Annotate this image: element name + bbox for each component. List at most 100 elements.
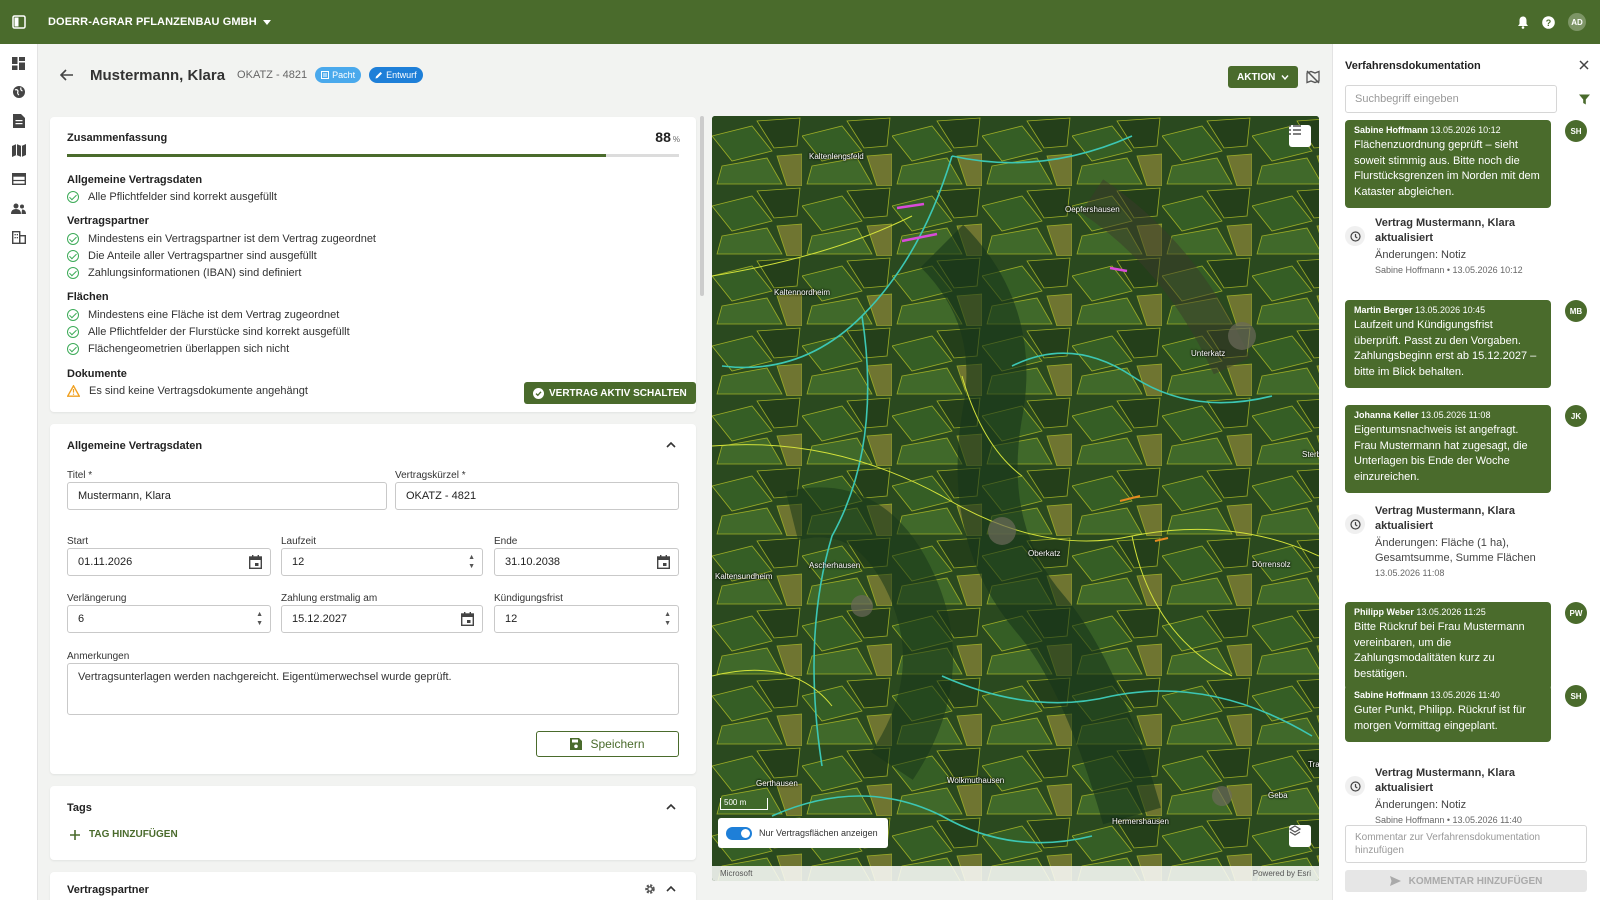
anmerkungen-textarea[interactable]: Vertragsunterlagen werden nachgereicht. …	[67, 663, 679, 715]
map-icon[interactable]	[10, 141, 28, 159]
activate-contract-button[interactable]: VERTRAG AKTIV SCHALTEN	[524, 382, 696, 404]
summary-section-title: Dokumente	[67, 368, 127, 380]
search-input[interactable]: Suchbegriff eingeben	[1345, 85, 1557, 113]
zahlung-date-input[interactable]: 15.12.2027	[281, 605, 483, 633]
calendar-icon[interactable]	[461, 612, 474, 626]
titel-input[interactable]: Mustermann, Klara	[67, 482, 387, 510]
start-value: 01.11.2026	[78, 556, 133, 568]
history-entry: Vertrag Mustermann, Klara aktualisiert Ä…	[1345, 504, 1555, 578]
save-label: Speichern	[590, 737, 645, 751]
activate-label: VERTRAG AKTIV SCHALTEN	[549, 387, 687, 399]
toggle-switch[interactable]	[726, 826, 752, 840]
contract-areas-toggle[interactable]: Nur Vertragsflächen anzeigen	[718, 818, 888, 848]
save-icon	[570, 738, 583, 750]
list-icon	[1289, 125, 1301, 135]
calendar-icon[interactable]	[249, 555, 262, 569]
kuendigung-input[interactable]: 12 ▲ ▼	[494, 605, 679, 633]
bell-icon[interactable]	[1517, 16, 1529, 29]
history-icon	[1345, 776, 1365, 796]
comment-text: Guter Punkt, Philipp. Rückruf ist für mo…	[1354, 704, 1526, 732]
check-text: Zahlungsinformationen (IBAN) sind defini…	[88, 267, 302, 279]
check-item: Zahlungsinformationen (IBAN) sind defini…	[67, 267, 301, 279]
action-menu-button[interactable]: AKTION	[1228, 66, 1299, 88]
completion-percent: 88%	[655, 129, 680, 145]
chevron-up-icon[interactable]	[666, 802, 676, 812]
check-circle-icon	[67, 267, 79, 279]
map-place-label: Kaltensundheim	[715, 572, 773, 581]
dashboard-icon[interactable]	[10, 54, 28, 72]
table-icon[interactable]	[10, 170, 28, 188]
chevron-down-icon	[1281, 74, 1289, 80]
history-change: Änderungen: Notiz	[1375, 799, 1467, 811]
map-place-label: Kaltenlengsfeld	[809, 152, 864, 161]
comment-input[interactable]: Kommentar zur Verfahrensdokumentation hi…	[1345, 825, 1587, 863]
status-chip-entwurf: Entwurf	[369, 67, 423, 83]
general-data-card: Allgemeine Vertragsdaten Titel * Musterm…	[50, 424, 696, 774]
add-tag-button[interactable]: TAG HINZUFÜGEN	[70, 829, 178, 840]
history-meta: Sabine Hoffmann • 13.05.2026 10:12	[1375, 265, 1523, 275]
help-icon[interactable]: ?	[1542, 15, 1555, 29]
map-scale: 500 m	[720, 798, 768, 810]
back-arrow-icon[interactable]	[60, 69, 74, 81]
people-icon[interactable]	[10, 199, 28, 217]
start-date-input[interactable]: 01.11.2026	[67, 548, 271, 576]
map-place-label: Oepfershausen	[1065, 205, 1120, 214]
map-place-label: Wolkmuthausen	[947, 776, 1005, 785]
summary-section-title: Flächen	[67, 291, 109, 303]
comment-time: 13.05.2026 10:12	[1430, 125, 1501, 135]
chevron-up-icon[interactable]	[666, 884, 676, 894]
filter-icon[interactable]	[1579, 94, 1590, 105]
laufzeit-label: Laufzeit	[281, 536, 317, 547]
activity-feed[interactable]: Sabine Hoffmann 13.05.2026 10:12 Flächen…	[1333, 120, 1600, 852]
avatar: PW	[1565, 602, 1587, 624]
map-hide-icon[interactable]	[1304, 68, 1322, 86]
kuerzel-input[interactable]: OKATZ - 4821	[395, 482, 679, 510]
laufzeit-input[interactable]: 12 ▲ ▼	[281, 548, 483, 576]
credit-right: Powered by Esri	[1252, 869, 1311, 878]
top-bar: DOERR-AGRAR PFLANZENBAU GMBH ? AD	[0, 0, 1600, 44]
save-button[interactable]: Speichern	[536, 731, 679, 757]
map-layers-button[interactable]	[1289, 825, 1311, 847]
percent-value: 88	[655, 129, 671, 145]
plus-icon	[70, 829, 80, 840]
documentation-panel: Verfahrensdokumentation Suchbegriff eing…	[1332, 44, 1600, 900]
content-scrollbar[interactable]	[700, 116, 704, 296]
app-logo-icon[interactable]	[0, 15, 38, 29]
check-text: Flächengeometrien überlappen sich nicht	[88, 343, 290, 355]
comment-meta: Martin Berger 13.05.2026 10:45	[1354, 305, 1542, 315]
verlaengerung-input[interactable]: 6 ▲ ▼	[67, 605, 271, 633]
avatar: SH	[1565, 120, 1587, 142]
tags-card: Tags TAG HINZUFÜGEN	[50, 786, 696, 860]
ende-date-input[interactable]: 31.10.2038	[494, 548, 679, 576]
building-icon[interactable]	[10, 228, 28, 246]
map-legend-button[interactable]	[1289, 125, 1311, 147]
panel-title: Verfahrensdokumentation	[1345, 60, 1481, 72]
check-circle-icon	[67, 250, 79, 262]
contract-code: OKATZ - 4821	[237, 69, 308, 81]
chevron-up-icon[interactable]	[666, 440, 676, 450]
send-icon	[1389, 876, 1401, 886]
comment-message: Johanna Keller 13.05.2026 11:08 Eigentum…	[1345, 405, 1551, 493]
document-icon[interactable]	[10, 112, 28, 130]
check-text: Alle Pflichtfelder der Flurstücke sind k…	[88, 326, 350, 338]
number-stepper[interactable]: ▲ ▼	[664, 610, 671, 628]
verl-value: 6	[78, 613, 85, 625]
comment-meta: Sabine Hoffmann 13.05.2026 11:40	[1354, 690, 1542, 700]
company-switcher[interactable]: DOERR-AGRAR PFLANZENBAU GMBH	[48, 16, 271, 28]
user-avatar[interactable]: AD	[1568, 13, 1586, 31]
page-header: Mustermann, Klara OKATZ - 4821 Pacht Ent…	[50, 60, 1310, 90]
check-circle-icon	[67, 309, 79, 321]
check-circle-icon	[533, 387, 544, 399]
add-comment-label: KOMMENTAR HINZUFÜGEN	[1408, 875, 1543, 887]
close-icon[interactable]	[1579, 60, 1589, 70]
calendar-icon[interactable]	[657, 555, 670, 569]
number-stepper[interactable]: ▲ ▼	[468, 553, 475, 571]
field-map[interactable]: Kaltenlengsfeld Oepfershausen Kaltennord…	[712, 116, 1319, 881]
number-stepper[interactable]: ▲ ▼	[256, 610, 263, 628]
ende-label: Ende	[494, 536, 518, 547]
progress-fill	[67, 154, 606, 157]
globe-icon[interactable]	[10, 83, 28, 101]
gear-icon[interactable]	[644, 883, 656, 895]
map-place-label: Gerthausen	[756, 779, 798, 788]
add-comment-button[interactable]: KOMMENTAR HINZUFÜGEN	[1345, 870, 1587, 892]
